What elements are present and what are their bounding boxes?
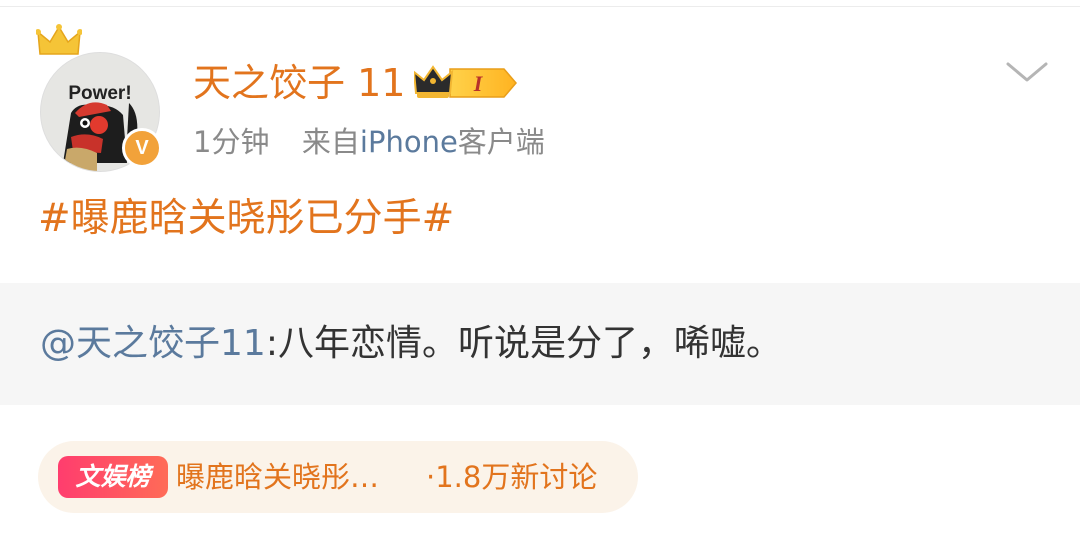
level-badge-text: I	[473, 71, 484, 96]
source-device[interactable]: iPhone	[360, 125, 458, 159]
author-name[interactable]: 天之饺子 11	[193, 58, 405, 108]
verified-badge: V	[122, 128, 162, 168]
source-prefix: 来自	[301, 125, 360, 159]
post-time: 1分钟	[193, 125, 270, 159]
quoted-post[interactable]: @天之饺子11:八年恋情。听说是分了，唏嘘。	[0, 283, 1080, 405]
quoted-user-mention[interactable]: @天之饺子11	[40, 323, 266, 364]
topic-link[interactable]: #曝鹿晗关晓彤已分手#	[38, 192, 454, 246]
level-badge-icon[interactable]: I	[414, 62, 518, 104]
post-meta: 1分钟 来自iPhone客户端	[193, 122, 545, 162]
hot-search-card[interactable]: 文娱榜 曝鹿晗关晓彤… ·1.8万新讨论	[38, 441, 638, 513]
hot-search-title: 曝鹿晗关晓彤…	[176, 460, 380, 494]
chevron-down-icon[interactable]	[1004, 58, 1050, 86]
hot-search-count: ·1.8万新讨论	[426, 460, 598, 494]
source-suffix: 客户端	[457, 125, 545, 159]
hot-list-tag: 文娱榜	[58, 456, 168, 498]
avatar-container[interactable]: Power! V	[36, 24, 166, 172]
quoted-content: :八年恋情。听说是分了，唏嘘。	[265, 323, 782, 364]
quoted-post-text: @天之饺子11:八年恋情。听说是分了，唏嘘。	[40, 319, 782, 369]
top-divider	[0, 6, 1080, 7]
